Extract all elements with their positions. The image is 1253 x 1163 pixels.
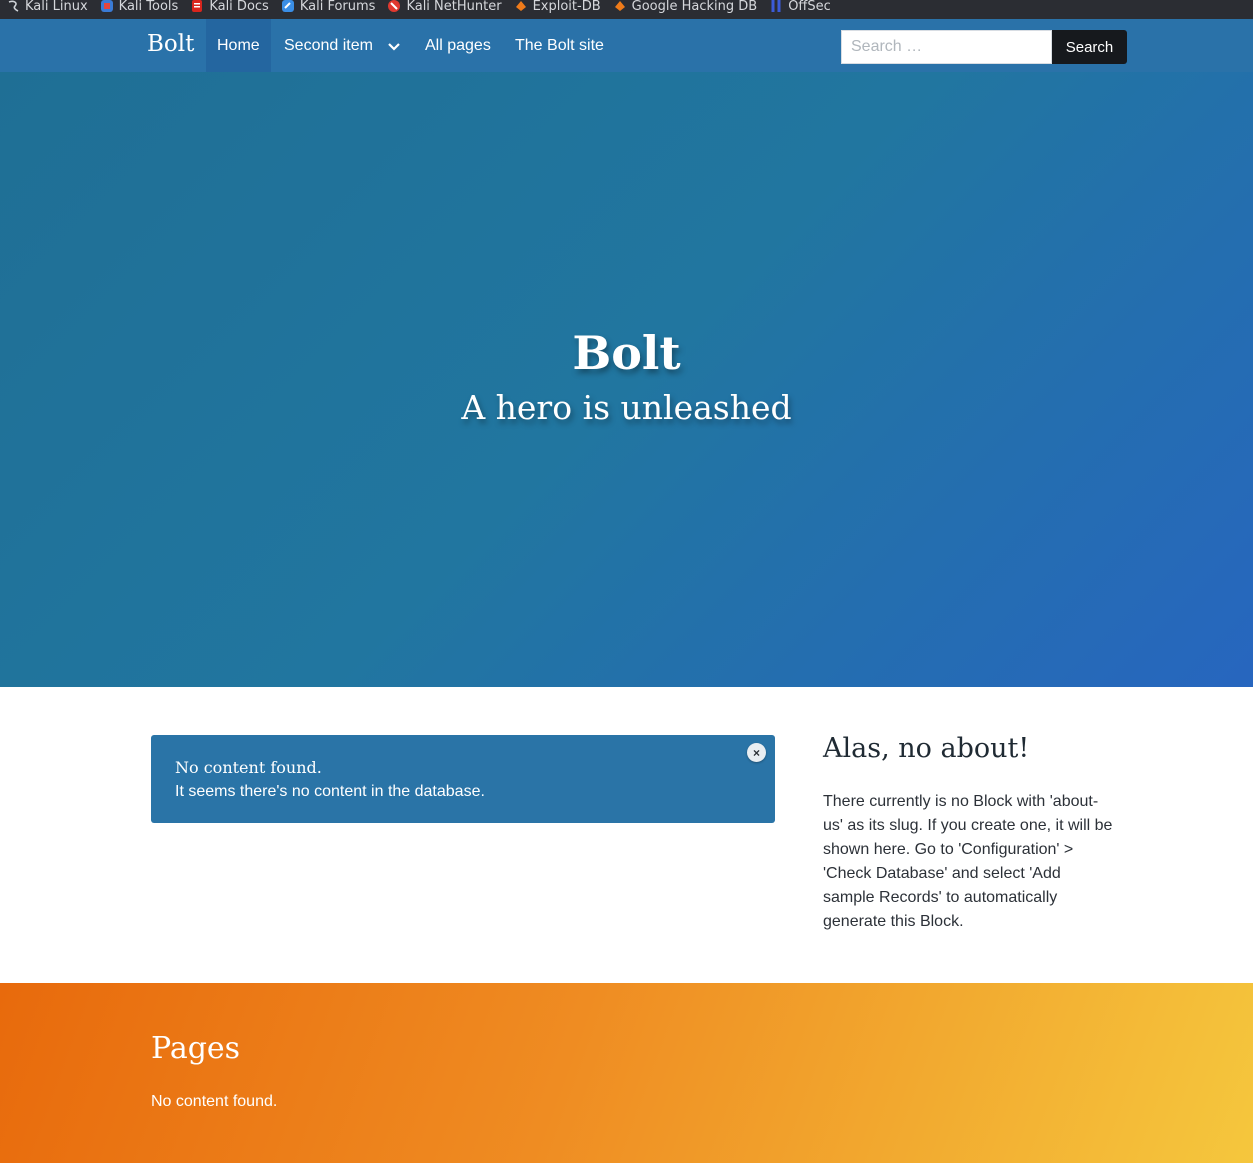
- bookmark-label: OffSec: [788, 0, 831, 14]
- bookmark-kali-nethunter[interactable]: Kali NetHunter: [387, 0, 502, 16]
- bookmark-label: Kali Forums: [299, 0, 376, 14]
- close-icon[interactable]: ×: [747, 743, 766, 762]
- kali-docs-icon: [190, 0, 204, 13]
- search-input[interactable]: Search …: [841, 30, 1052, 64]
- nav-item-label: All pages: [425, 36, 491, 54]
- brand-logo[interactable]: Bolt: [147, 31, 194, 57]
- search-button[interactable]: Search: [1052, 30, 1127, 64]
- hero-title: Bolt: [572, 326, 681, 380]
- kali-tools-icon: [100, 0, 114, 13]
- hero-subtitle: A hero is unleashed: [461, 388, 792, 427]
- site-navbar: Bolt Home Second item All pages The Bolt…: [0, 19, 1253, 72]
- bookmark-label: Kali Linux: [25, 0, 88, 14]
- bookmark-label: Google Hacking DB: [631, 0, 758, 14]
- nav-item-home[interactable]: Home: [206, 19, 271, 72]
- hero-section: Bolt A hero is unleashed: [0, 72, 1253, 687]
- nav-item-bolt-site[interactable]: The Bolt site: [504, 19, 615, 72]
- bookmark-kali-tools[interactable]: Kali Tools: [100, 0, 179, 16]
- offsec-icon: [769, 0, 783, 13]
- chevron-down-icon: [388, 42, 400, 51]
- bookmark-label: Kali Tools: [118, 0, 179, 14]
- alert-title: No content found.: [175, 758, 322, 777]
- bookmark-google-hacking-db[interactable]: Google Hacking DB: [613, 0, 758, 16]
- alert-text: It seems there's no content in the datab…: [175, 783, 485, 800]
- bookmark-kali-forums[interactable]: Kali Forums: [281, 0, 376, 16]
- bookmark-exploit-db[interactable]: Exploit-DB: [514, 0, 601, 16]
- bookmark-label: Kali Docs: [209, 0, 269, 14]
- kali-nethunter-icon: [387, 0, 401, 13]
- bookmark-kali-docs[interactable]: Kali Docs: [190, 0, 269, 16]
- exploit-db-icon: [514, 0, 528, 13]
- pages-empty-text: No content found.: [151, 1093, 278, 1110]
- bookmarks-bar: Kali Linux Kali Tools Kali Docs Kali For…: [0, 0, 1253, 19]
- nav-item-all-pages[interactable]: All pages: [414, 19, 502, 72]
- kali-dragon-icon: [6, 0, 20, 13]
- pages-section: Pages No content found.: [0, 983, 1253, 1163]
- search-placeholder: Search …: [851, 38, 923, 55]
- bookmark-label: Kali NetHunter: [406, 0, 502, 14]
- bookmark-label: Exploit-DB: [532, 0, 601, 14]
- nav-item-label: Home: [217, 36, 260, 54]
- nav-item-label: The Bolt site: [515, 36, 604, 54]
- bookmark-kali-linux[interactable]: Kali Linux: [6, 0, 88, 16]
- no-content-alert: No content found. It seems there's no co…: [151, 735, 775, 823]
- pages-title: Pages: [151, 1031, 241, 1066]
- about-text: There currently is no Block with 'about-…: [823, 793, 1113, 930]
- about-title: Alas, no about!: [823, 733, 1030, 764]
- kali-forums-icon: [281, 0, 295, 13]
- nav-item-second-item[interactable]: Second item: [273, 19, 412, 72]
- nav-item-label: Second item: [284, 36, 373, 54]
- ghdb-icon: [613, 0, 627, 13]
- bookmark-offsec[interactable]: OffSec: [769, 0, 831, 16]
